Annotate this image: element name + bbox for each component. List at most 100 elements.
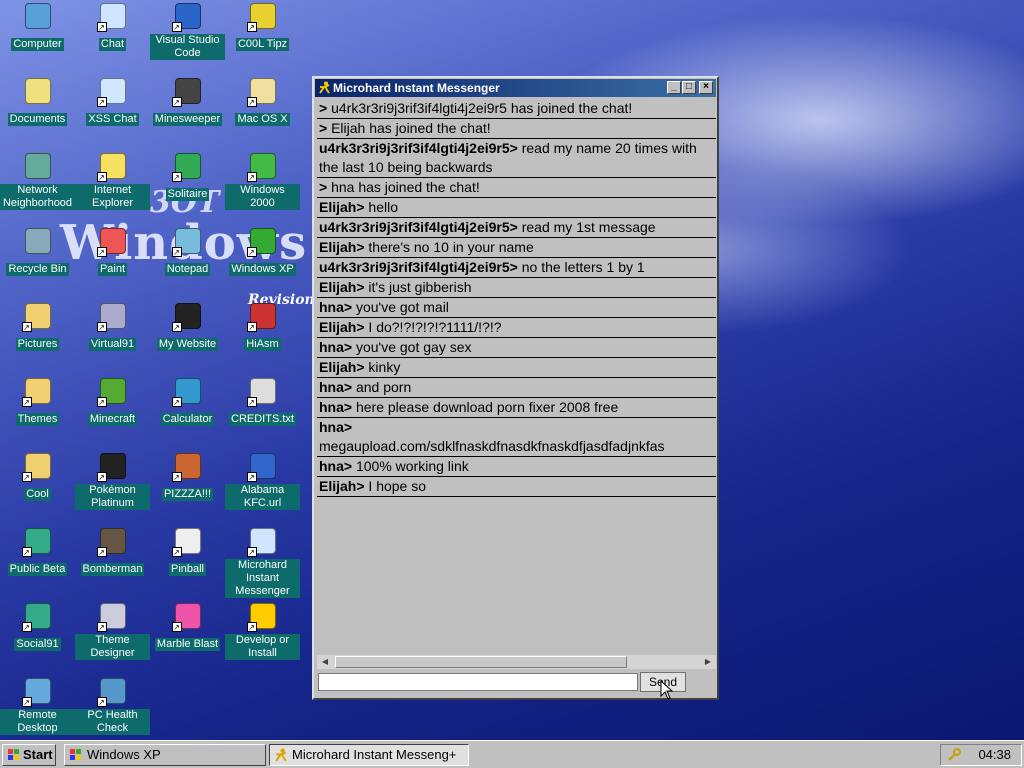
message-sender: hna> bbox=[319, 399, 353, 415]
shortcut-arrow-icon: ↗ bbox=[21, 397, 32, 407]
shortcut-arrow-icon: ↗ bbox=[171, 247, 182, 257]
message-text: no the letters 1 by 1 bbox=[521, 259, 645, 275]
desktop-icon-pinball[interactable]: ↗ Pinball bbox=[150, 525, 225, 577]
desktop-icon-solitaire[interactable]: ↗ Solitaire bbox=[150, 150, 225, 202]
shortcut-arrow-icon: ↗ bbox=[246, 622, 257, 632]
message-text: hna has joined the chat! bbox=[331, 179, 480, 195]
scroll-right-arrow-icon[interactable]: ▶ bbox=[701, 656, 715, 668]
desktop-icon-develop-or-install[interactable]: ↗ Develop or Install bbox=[225, 600, 300, 661]
shortcut-arrow-icon: ↗ bbox=[21, 547, 32, 557]
desktop-icon-recycle-bin[interactable]: Recycle Bin bbox=[0, 225, 75, 277]
taskbar-button-messenger[interactable]: Microhard Instant Messeng+ bbox=[269, 744, 469, 766]
desktop-icon-documents[interactable]: Documents bbox=[0, 75, 75, 127]
messenger-titlebar[interactable]: Microhard Instant Messenger _ □ × bbox=[315, 79, 716, 97]
chat-message: u4rk3r3ri9j3rif3if4lgti4j2ei9r5> read my… bbox=[317, 218, 716, 238]
desktop-icon-label: Pokémon Platinum bbox=[75, 484, 150, 510]
desktop-icon-pc-health-check[interactable]: ↗ PC Health Check bbox=[75, 675, 150, 736]
desktop-icon-image-icon: ↗ bbox=[96, 450, 129, 482]
desktop-icon-paint[interactable]: ↗ Paint bbox=[75, 225, 150, 277]
desktop-icon-windows-xp[interactable]: ↗ Windows XP bbox=[225, 225, 300, 277]
desktop-icon-label: Windows 2000 bbox=[225, 184, 300, 210]
shortcut-arrow-icon: ↗ bbox=[246, 22, 257, 32]
close-button[interactable]: × bbox=[699, 81, 713, 94]
shortcut-arrow-icon: ↗ bbox=[21, 622, 32, 632]
desktop-icon-internet-explorer[interactable]: ↗ Internet Explorer bbox=[75, 150, 150, 211]
desktop-icon-credits-txt[interactable]: ↗ CREDITS.txt bbox=[225, 375, 300, 427]
desktop-icon-c00l-tipz[interactable]: ↗ C00L Tipz bbox=[225, 0, 300, 52]
desktop-icon-image-icon: ↗ bbox=[246, 0, 279, 32]
desktop-icon-label: Internet Explorer bbox=[75, 184, 150, 210]
desktop-icon-xss-chat[interactable]: ↗ XSS Chat bbox=[75, 75, 150, 127]
shortcut-arrow-icon: ↗ bbox=[246, 397, 257, 407]
desktop-icon-computer[interactable]: Computer bbox=[0, 0, 75, 52]
message-text: you've got gay sex bbox=[355, 339, 472, 355]
message-input[interactable] bbox=[318, 673, 638, 691]
desktop-icon-label: Marble Blast bbox=[154, 638, 221, 651]
desktop-icon-theme-designer[interactable]: ↗ Theme Designer bbox=[75, 600, 150, 661]
desktop-icon-bomberman[interactable]: ↗ Bomberman bbox=[75, 525, 150, 577]
message-sender: hna> bbox=[319, 419, 353, 435]
desktop-icon-hiasm[interactable]: ↗ HiAsm bbox=[225, 300, 300, 352]
desktop-icon-calculator[interactable]: ↗ Calculator bbox=[150, 375, 225, 427]
desktop-icon-label: Mac OS X bbox=[235, 113, 290, 126]
message-text: Elijah has joined the chat! bbox=[331, 120, 491, 136]
desktop-icon-microhard-instant-messenger[interactable]: ↗ Microhard Instant Messenger bbox=[225, 525, 300, 599]
desktop-icon-windows-2000[interactable]: ↗ Windows 2000 bbox=[225, 150, 300, 211]
desktop-icon-pictures[interactable]: ↗ Pictures bbox=[0, 300, 75, 352]
shortcut-arrow-icon: ↗ bbox=[96, 172, 107, 182]
desktop-icon-chat[interactable]: ↗ Chat bbox=[75, 0, 150, 52]
desktop-icon-label: Notepad bbox=[164, 263, 211, 276]
desktop-icon-remote-desktop[interactable]: ↗ Remote Desktop bbox=[0, 675, 75, 736]
message-text: there's no 10 in your name bbox=[368, 239, 534, 255]
desktop-icon-image-icon: ↗ bbox=[171, 225, 204, 257]
desktop-icon-label: Theme Designer bbox=[75, 634, 150, 660]
desktop-icon-image-icon: ↗ bbox=[246, 450, 279, 482]
desktop-icon-label: Remote Desktop bbox=[0, 709, 75, 735]
desktop-icon-notepad[interactable]: ↗ Notepad bbox=[150, 225, 225, 277]
horizontal-scrollbar[interactable]: ◀ ▶ bbox=[317, 655, 716, 669]
taskbar-button-windows-xp[interactable]: Windows XP bbox=[64, 744, 266, 766]
desktop-icon-public-beta[interactable]: ↗ Public Beta bbox=[0, 525, 75, 577]
desktop-icon-label: Public Beta bbox=[7, 563, 68, 576]
key-tray-icon[interactable] bbox=[947, 748, 961, 762]
messenger-window[interactable]: Microhard Instant Messenger _ □ × > u4rk… bbox=[312, 76, 719, 700]
desktop-icon-label: Cool bbox=[24, 488, 51, 501]
message-text: you've got mail bbox=[355, 299, 449, 315]
desktop-icon-pok-mon-platinum[interactable]: ↗ Pokémon Platinum bbox=[75, 450, 150, 511]
desktop-icon-visual-studio-code[interactable]: ↗ Visual Studio Code bbox=[150, 0, 225, 61]
chat-log[interactable]: > u4rk3r3ri9j3rif3if4lgti4j2ei9r5 has jo… bbox=[317, 99, 716, 655]
chat-message: u4rk3r3ri9j3rif3if4lgti4j2ei9r5> read my… bbox=[317, 139, 716, 178]
desktop-icon-my-website[interactable]: ↗ My Website bbox=[150, 300, 225, 352]
shortcut-arrow-icon: ↗ bbox=[96, 97, 107, 107]
minimize-button[interactable]: _ bbox=[667, 81, 681, 94]
desktop-icon-network-neighborhood[interactable]: Network Neighborhood bbox=[0, 150, 75, 211]
shortcut-arrow-icon: ↗ bbox=[246, 322, 257, 332]
shortcut-arrow-icon: ↗ bbox=[171, 397, 182, 407]
desktop-icon-image-icon: ↗ bbox=[171, 150, 204, 182]
desktop-icon-cool[interactable]: ↗ Cool bbox=[0, 450, 75, 502]
shortcut-arrow-icon: ↗ bbox=[96, 547, 107, 557]
desktop-icon-label: Windows XP bbox=[229, 263, 296, 276]
scrollbar-thumb[interactable] bbox=[335, 656, 627, 668]
desktop-icon-label: Pictures bbox=[15, 338, 60, 351]
chat-message: Elijah> hello bbox=[317, 198, 716, 218]
shortcut-arrow-icon: ↗ bbox=[96, 322, 107, 332]
shortcut-arrow-icon: ↗ bbox=[21, 697, 32, 707]
desktop-icon-social91[interactable]: ↗ Social91 bbox=[0, 600, 75, 652]
system-tray: 04:38 bbox=[940, 744, 1022, 766]
desktop-icon-virtual91[interactable]: ↗ Virtual91 bbox=[75, 300, 150, 352]
desktop-icon-alabama-kfc-url[interactable]: ↗ Alabama KFC.url bbox=[225, 450, 300, 511]
desktop-icon-label: Microhard Instant Messenger bbox=[225, 559, 300, 598]
desktop-icon-pizzza[interactable]: ↗ PIZZZA!!! bbox=[150, 450, 225, 502]
scroll-left-arrow-icon[interactable]: ◀ bbox=[318, 656, 332, 668]
chat-message: Elijah> kinky bbox=[317, 358, 716, 378]
start-button[interactable]: Start bbox=[2, 744, 56, 766]
desktop-icon-marble-blast[interactable]: ↗ Marble Blast bbox=[150, 600, 225, 652]
desktop-icon-label: C00L Tipz bbox=[235, 38, 290, 51]
maximize-button[interactable]: □ bbox=[682, 81, 696, 94]
desktop-icon-themes[interactable]: ↗ Themes bbox=[0, 375, 75, 427]
message-sender: Elijah> bbox=[319, 279, 365, 295]
desktop-icon-minecraft[interactable]: ↗ Minecraft bbox=[75, 375, 150, 427]
desktop-icon-mac-os-x[interactable]: ↗ Mac OS X bbox=[225, 75, 300, 127]
desktop-icon-minesweeper[interactable]: ↗ Minesweeper bbox=[150, 75, 225, 127]
